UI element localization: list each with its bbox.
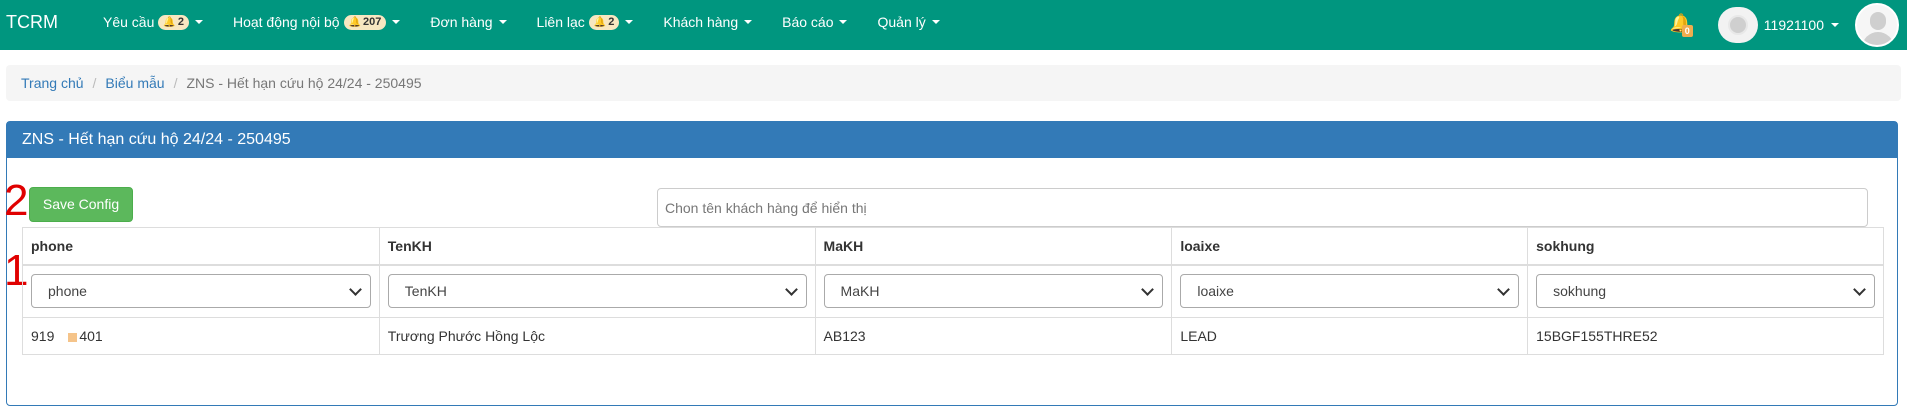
breadcrumb-current: ZNS - Hết hạn cứu hộ 24/24 - 250495 [186, 75, 422, 91]
phone-field-select[interactable]: phone [31, 274, 371, 309]
chevron-down-icon [931, 20, 940, 24]
chevron-down-icon [1853, 283, 1866, 297]
contacts-badge: 🔔 2 [588, 14, 620, 30]
menu-contacts[interactable]: Liên lạc 🔔 2 [522, 0, 649, 44]
chevron-down-icon [348, 283, 362, 297]
tenkh-field-select[interactable]: TenKH [387, 274, 807, 309]
breadcrumb-home-link[interactable]: Trang chủ [21, 75, 84, 91]
internal-count: 207 [363, 16, 382, 28]
navbar-right: 🔔 0 11921100 [1668, 0, 1907, 50]
chevron-down-icon [392, 20, 401, 24]
cell-phone: 919 401 [22, 317, 380, 355]
menu-management[interactable]: Quản lý [862, 0, 954, 44]
contacts-count: 2 [608, 16, 615, 28]
select-value: TenKH [404, 283, 447, 300]
makh-field-select[interactable]: MaKH [823, 274, 1164, 309]
select-value: phone [48, 283, 87, 300]
bell-icon: 🔔 [348, 16, 362, 28]
internal-badge: 🔔 207 [343, 14, 387, 30]
app-brand[interactable]: TCRM [6, 0, 58, 44]
top-navbar: TCRM Yêu cầu 🔔 2 Hoạt động nội bộ 🔔 207 Đơ… [0, 0, 1907, 50]
template-panel: ZNS - Hết hạn cứu hộ 24/24 - 250495 Save… [4, 121, 1898, 406]
chevron-down-icon [194, 20, 203, 24]
menu-customers[interactable]: Khách hàng [648, 0, 767, 44]
chevron-down-icon [1497, 283, 1510, 297]
breadcrumb-separator: / [92, 75, 97, 91]
notifications-button[interactable]: 🔔 0 [1668, 11, 1696, 39]
menu-contacts-label: Liên lạc [536, 14, 585, 30]
select-value: MaKH [840, 283, 880, 300]
menu-customers-label: Khách hàng [663, 14, 739, 30]
menu-internal-activities[interactable]: Hoạt động nội bộ 🔔 207 [218, 0, 415, 44]
menu-requests[interactable]: Yêu cầu 🔔 2 [88, 0, 218, 44]
select-value: sokhung [1553, 283, 1607, 300]
menu-orders[interactable]: Đơn hàng [415, 0, 521, 44]
chevron-down-icon [839, 20, 848, 24]
redaction-mark [68, 332, 78, 342]
username: 11921100 [1763, 17, 1824, 33]
bell-icon: 🔔 [593, 16, 607, 28]
step-marker-2: 2 [4, 176, 29, 225]
select-value: loaixe [1197, 283, 1234, 300]
menu-reports-label: Báo cáo [782, 14, 834, 30]
chevron-down-icon [498, 20, 507, 24]
column-header: TenKH [378, 227, 816, 266]
cell-sokhung: 15BGF155THRE52 [1527, 317, 1884, 355]
save-config-button[interactable]: Save Config [29, 187, 133, 222]
main-menu: Yêu cầu 🔔 2 Hoạt động nội bộ 🔔 207 Đơn hàn… [88, 0, 955, 44]
requests-count: 2 [177, 16, 184, 28]
customer-display-input[interactable] [657, 188, 1868, 227]
chevron-down-icon [784, 283, 798, 297]
chevron-down-icon [744, 20, 753, 24]
notification-count: 0 [1681, 25, 1693, 37]
mapping-table: phone TenKH MaKH loaixe sokhung phone Te… [22, 227, 1884, 355]
user-menu[interactable]: 11921100 [1717, 7, 1839, 43]
menu-management-label: Quản lý [877, 14, 926, 30]
requests-badge: 🔔 2 [158, 14, 189, 30]
bell-icon: 🔔 [163, 16, 176, 28]
menu-reports[interactable]: Báo cáo [767, 0, 862, 44]
column-header: phone [22, 227, 380, 266]
profile-avatar[interactable] [1855, 3, 1899, 47]
chevron-down-icon [1831, 23, 1839, 27]
panel-title: ZNS - Hết hạn cứu hộ 24/24 - 250495 [7, 122, 1897, 158]
sokhung-field-select[interactable]: sokhung [1536, 274, 1875, 309]
breadcrumb-separator: / [173, 75, 178, 91]
menu-orders-label: Đơn hàng [430, 14, 493, 30]
chevron-down-icon [625, 20, 634, 24]
menu-internal-label: Hoạt động nội bộ [232, 14, 340, 30]
loaixe-field-select[interactable]: loaixe [1180, 274, 1520, 309]
table-row: 919 401 Trương Phước Hồng Lộc AB123 LEAD … [22, 317, 1884, 355]
breadcrumb-templates-link[interactable]: Biểu mẫu [105, 75, 164, 91]
avatar [1717, 7, 1758, 43]
column-header: loaixe [1171, 227, 1529, 266]
cell-tenkh: Trương Phước Hồng Lộc [378, 317, 816, 355]
breadcrumb: Trang chủ / Biểu mẫu / ZNS - Hết hạn cứu… [6, 65, 1901, 101]
column-header: sokhung [1527, 227, 1884, 266]
cell-loaixe: LEAD [1171, 317, 1529, 355]
chevron-down-icon [1141, 283, 1155, 297]
column-header: MaKH [814, 227, 1173, 266]
field-mapping-row: phone TenKH MaKH loaixe sokhung [22, 264, 1884, 318]
table-header-row: phone TenKH MaKH loaixe sokhung [22, 227, 1884, 266]
cell-makh: AB123 [814, 317, 1173, 355]
menu-requests-label: Yêu cầu [103, 14, 155, 30]
